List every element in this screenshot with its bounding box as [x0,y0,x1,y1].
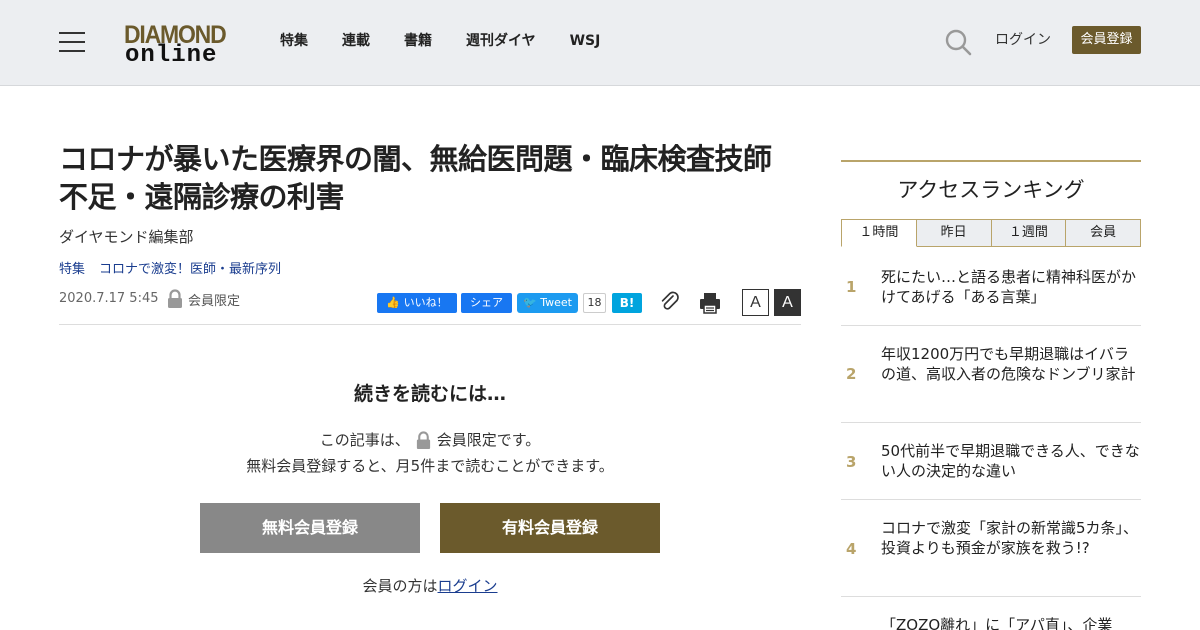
publish-date: 2020.7.17 5:45 [59,291,159,306]
article-divider [59,324,801,325]
ranking-headline: 「ZOZO離れ」に「アパ直」、企業 [881,616,1113,630]
nav-item-features[interactable]: 特集 [280,31,308,51]
ranking-tabs: １時間 昨日 １週間 会員 [841,219,1141,247]
tab-yesterday[interactable]: 昨日 [916,219,992,247]
search-icon[interactable] [944,28,972,56]
font-size-large-button[interactable]: A [774,289,801,316]
ranking-number: 1 [846,278,857,296]
ranking-item[interactable]: 4 コロナで激変「家計の新常識5カ条」、投資よりも預金が家族を救う!? [841,500,1141,597]
ranking-item[interactable]: 2 年収1200万円でも早期退職はイバラの道、高収入者の危険なドンブリ家計 [841,326,1141,423]
members-only-label: 会員限定 [188,293,241,309]
lock-icon [416,430,430,449]
ranking-title: アクセスランキング [897,178,1085,202]
ranking-number: 3 [846,453,857,471]
tweet-button[interactable]: 🐦 Tweet [517,293,578,313]
member-login-link[interactable]: ログイン [438,577,498,595]
print-icon[interactable] [698,291,722,315]
lock-icon [168,289,182,308]
ranking-item[interactable]: 3 50代前半で早期退職できる人、できない人の決定的な違い [841,423,1141,500]
ranking-headline: 死にたい…と語る患者に精神科医がかけてあげる「ある言葉」 [881,268,1137,306]
site-header: DIAMOND online 特集 連載 書籍 週刊ダイヤ WSJ ログイン 会… [0,0,1200,86]
breadcrumb: 特集 コロナで激変！医師・最新序列 [59,262,281,278]
ranking-item[interactable]: 1 死にたい…と語る患者に精神科医がかけてあげる「ある言葉」 [841,247,1141,326]
nav-item-wsj[interactable]: WSJ [570,31,601,51]
member-login-text: 会員の方はログイン [59,575,801,597]
font-size-normal-button[interactable]: A [742,289,769,316]
paywall-message-suffix: 会員限定です。 [436,431,541,449]
clip-icon[interactable] [659,291,681,313]
free-registration-button[interactable]: 無料会員登録 [200,503,420,553]
members-only-badge: 会員限定 [166,289,240,309]
ranking-headline: 年収1200万円でも早期退職はイバラの道、高収入者の危険なドンブリ家計 [881,345,1136,383]
paywall-message: この記事は、 会員限定です。 [59,429,801,451]
menu-icon[interactable] [59,32,85,52]
nav-item-series[interactable]: 連載 [342,31,370,51]
facebook-share-button[interactable]: シェア [461,293,512,313]
site-logo[interactable]: DIAMOND online [124,20,228,69]
logo-bottom-text: online [125,42,218,69]
paywall-heading: 続きを読むには… [353,383,506,405]
breadcrumb-item-features[interactable]: 特集 [59,262,85,278]
tab-members[interactable]: 会員 [1066,219,1141,247]
tab-1-week[interactable]: １週間 [991,219,1067,247]
tweet-count: 18 [583,293,606,313]
tweet-label: Tweet [540,296,572,309]
hatena-bookmark-button[interactable]: B! [612,293,642,313]
paywall-message-prefix: この記事は、 [319,431,410,449]
tab-1-hour[interactable]: １時間 [841,219,917,247]
ranking-headline: 50代前半で早期退職できる人、できない人の決定的な違い [881,442,1140,480]
paywall-subtext: 無料会員登録すると、月5件まで読むことができます。 [246,457,614,475]
facebook-icon: 👍 [386,296,401,309]
ranking-item[interactable]: 「ZOZO離れ」に「アパ直」、企業 [841,597,1141,630]
facebook-like-button[interactable]: 👍 いいね！ [377,293,457,313]
paid-registration-button[interactable]: 有料会員登録 [440,503,660,553]
nav-item-weekly-diamond[interactable]: 週刊ダイヤ [466,31,536,51]
breadcrumb-item-series[interactable]: コロナで激変！医師・最新序列 [99,262,281,278]
twitter-bird-icon: 🐦 [523,296,537,309]
nav-item-books[interactable]: 書籍 [404,31,432,51]
register-button[interactable]: 会員登録 [1072,26,1141,54]
login-link[interactable]: ログイン [995,31,1051,49]
article-title: コロナが暴いた医療界の闇、無給医問題・臨床検査技師不足・遠隔診療の利害 [59,142,772,214]
facebook-like-label: いいね！ [403,296,448,309]
ranking-top-border [841,160,1141,162]
article-author[interactable]: ダイヤモンド編集部 [59,228,194,246]
main-nav: 特集 連載 書籍 週刊ダイヤ WSJ [280,31,634,51]
ranking-number: 2 [846,365,857,383]
ranking-number: 4 [846,540,857,558]
ranking-headline: コロナで激変「家計の新常識5カ条」、投資よりも預金が家族を救う!? [881,519,1139,557]
member-login-prefix: 会員の方は [362,577,438,595]
